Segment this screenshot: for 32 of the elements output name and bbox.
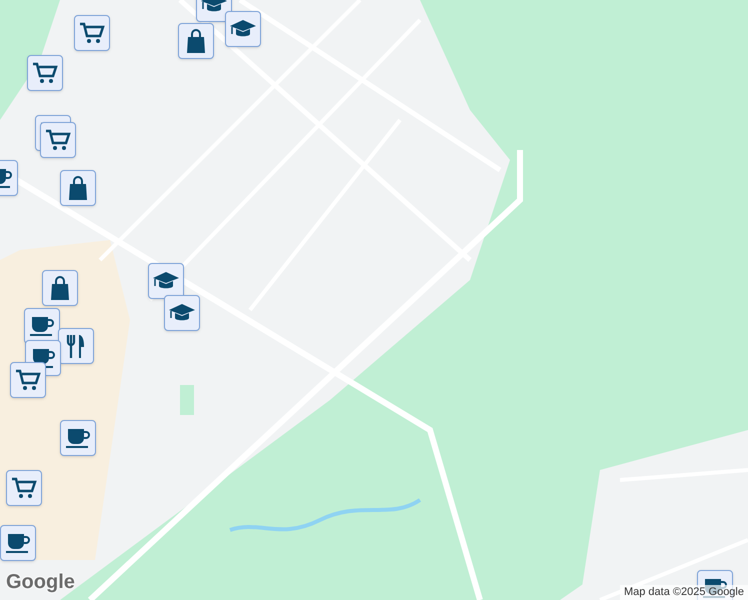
map-marker[interactable] xyxy=(164,295,200,331)
shopping-bag-icon xyxy=(68,176,88,200)
shopping-cart-icon xyxy=(45,129,71,151)
map-marker[interactable] xyxy=(6,470,42,506)
map-marker[interactable] xyxy=(27,55,63,91)
graduation-cap-icon xyxy=(229,19,257,39)
map-marker[interactable] xyxy=(42,270,78,306)
coffee-cup-icon xyxy=(65,427,91,449)
shopping-bag-icon xyxy=(50,276,70,300)
map-marker[interactable] xyxy=(148,263,184,299)
shopping-cart-icon xyxy=(11,477,37,499)
graduation-cap-icon xyxy=(200,0,228,14)
map-marker[interactable] xyxy=(225,11,261,47)
map-marker[interactable] xyxy=(178,23,214,59)
map-marker[interactable] xyxy=(0,525,36,561)
shopping-cart-icon xyxy=(15,369,41,391)
map-marker[interactable] xyxy=(60,420,96,456)
graduation-cap-icon xyxy=(168,303,196,323)
shopping-cart-icon xyxy=(79,22,105,44)
shopping-bag-icon xyxy=(186,29,206,53)
fork-knife-icon xyxy=(65,334,87,358)
map-marker[interactable] xyxy=(10,362,46,398)
map-marker[interactable] xyxy=(74,15,110,51)
map-marker[interactable] xyxy=(60,170,96,206)
coffee-cup-icon xyxy=(29,315,55,337)
google-logo[interactable]: Google xyxy=(6,567,75,597)
graduation-cap-icon xyxy=(152,271,180,291)
coffee-cup-icon xyxy=(5,532,31,554)
map-marker[interactable] xyxy=(40,122,76,158)
map-marker[interactable] xyxy=(58,328,94,364)
shopping-cart-icon xyxy=(32,62,58,84)
map-attribution: Map data ©2025 Google xyxy=(620,585,748,600)
